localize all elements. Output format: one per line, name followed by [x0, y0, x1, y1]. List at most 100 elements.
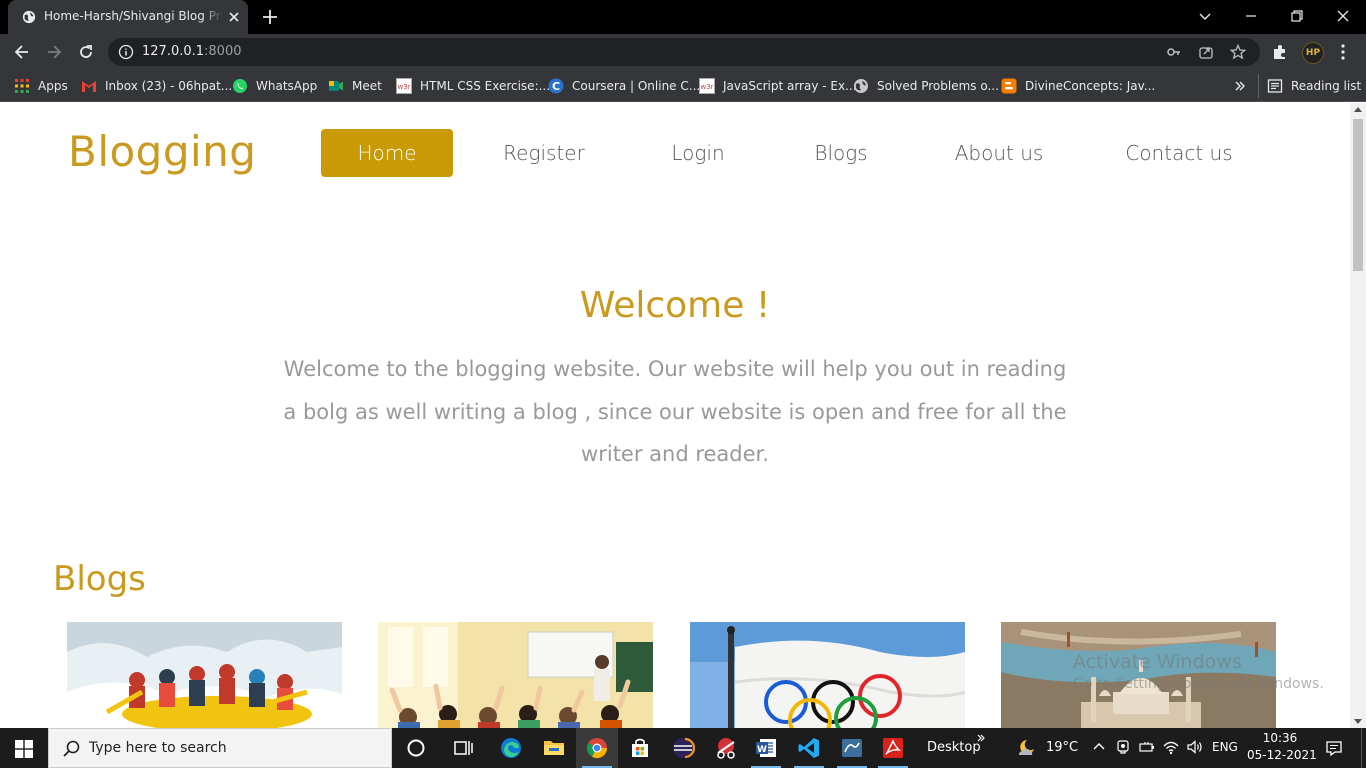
wifi-icon[interactable] [1162, 738, 1180, 756]
bookmark-meet[interactable]: Meet [328, 76, 382, 96]
nav-home[interactable]: Home [321, 129, 453, 177]
nav-login[interactable]: Login [648, 129, 748, 177]
scrollbar-thumb[interactable] [1353, 119, 1363, 271]
desktop-toolbar-chevron-icon[interactable] [976, 733, 986, 743]
url-port: :8000 [204, 44, 242, 59]
bookmark-javascript-array[interactable]: w3r JavaScript array - Ex... [699, 76, 857, 96]
w3r-icon: w3r [396, 78, 412, 94]
windows-logo-icon [15, 740, 33, 758]
acrobat-pdf-icon [883, 738, 903, 758]
nav-about-us[interactable]: About us [939, 129, 1059, 177]
nav-contact-us[interactable]: Contact us [1109, 129, 1249, 177]
task-view-button[interactable] [442, 728, 484, 768]
page-scrollbar[interactable] [1350, 103, 1366, 728]
extensions-puzzle-icon[interactable] [1270, 42, 1290, 62]
bookmark-divineconcepts[interactable]: DivineConcepts: Jav... [1001, 76, 1155, 96]
edge-app-button[interactable] [490, 728, 532, 768]
start-button[interactable] [0, 728, 48, 768]
bookmark-label: Inbox (23) - 06hpat... [105, 79, 233, 93]
scroll-down-arrow-icon[interactable] [1354, 719, 1362, 724]
eclipse-app-button[interactable] [662, 728, 704, 768]
mysql-workbench-app-button[interactable] [831, 728, 873, 768]
url-text: 127.0.0.1:8000 [142, 44, 242, 59]
back-arrow-icon[interactable] [12, 42, 32, 62]
cortana-button[interactable] [395, 728, 437, 768]
blog-card-rafting[interactable] [67, 622, 342, 728]
volume-icon[interactable] [1186, 738, 1204, 756]
tab-title: Home-Harsh/Shivangi Blog Project [44, 9, 222, 25]
activate-windows-hint: Go to Settings to activate Windows. [1073, 676, 1324, 692]
clock-date[interactable]: 05-12-2021 [1247, 748, 1317, 762]
url-host: 127.0.0.1 [142, 44, 205, 59]
reading-list-button[interactable]: Reading list [1267, 76, 1361, 96]
file-explorer-app-button[interactable] [533, 728, 575, 768]
svg-text:W: W [757, 745, 767, 755]
bookmark-html-css-exercise[interactable]: w3r HTML CSS Exercise:... [396, 76, 550, 96]
vscode-icon [798, 738, 819, 758]
reading-list-icon [1267, 79, 1283, 93]
site-info-icon[interactable] [118, 44, 134, 60]
show-desktop-button[interactable] [1361, 728, 1366, 768]
svg-text:C: C [552, 80, 560, 93]
nav-register[interactable]: Register [484, 129, 604, 177]
blog-card-olympic-flag[interactable] [690, 622, 965, 728]
address-bar[interactable]: 127.0.0.1:8000 [108, 38, 1260, 66]
clock-time[interactable]: 10:36 [1262, 731, 1298, 745]
notification-center-icon[interactable] [1325, 739, 1343, 757]
nav-blogs[interactable]: Blogs [796, 129, 886, 177]
bookmark-label: Meet [352, 79, 382, 93]
bookmark-apps[interactable]: Apps [14, 76, 68, 96]
close-tab-icon[interactable] [226, 9, 242, 25]
battery-plug-icon[interactable] [1138, 738, 1156, 756]
close-window-icon[interactable] [1333, 6, 1353, 26]
snipping-tool-app-button[interactable] [705, 728, 747, 768]
blogger-icon [1001, 78, 1017, 94]
bookmark-solved-problems[interactable]: Solved Problems o... [853, 76, 999, 96]
w3r-icon: w3r [699, 78, 715, 94]
more-bookmarks-chevron-icon[interactable] [1233, 79, 1247, 93]
olympic-flag-photo [690, 622, 965, 728]
minimize-icon[interactable] [1241, 6, 1261, 26]
weather-moon-cloud-icon[interactable] [1015, 737, 1037, 759]
blog-card-classroom[interactable] [378, 622, 653, 728]
eclipse-icon [673, 737, 695, 759]
language-indicator[interactable]: ENG [1212, 740, 1238, 754]
whatsapp-icon [233, 79, 247, 93]
acrobat-app-button[interactable] [872, 728, 914, 768]
bookmark-star-icon[interactable] [1230, 44, 1246, 60]
browser-tab-bar: Home-Harsh/Shivangi Blog Project [0, 0, 1366, 34]
scroll-up-arrow-icon[interactable] [1354, 107, 1362, 112]
kebab-menu-icon[interactable] [1333, 42, 1353, 62]
reload-icon[interactable] [76, 42, 96, 62]
chevron-down-icon[interactable] [1195, 6, 1215, 26]
taskbar-search-box[interactable]: Type here to search [48, 728, 392, 768]
chevron-up-icon[interactable] [1090, 738, 1108, 756]
task-view-icon [454, 741, 473, 755]
snipping-tool-icon [717, 738, 735, 759]
weather-temperature[interactable]: 19°C [1046, 740, 1078, 755]
word-app-button[interactable]: W [745, 728, 787, 768]
bookmark-coursera[interactable]: C Coursera | Online C... [548, 76, 700, 96]
share-icon[interactable] [1198, 44, 1214, 60]
key-icon[interactable] [1166, 44, 1182, 60]
profile-avatar[interactable]: HP [1302, 42, 1324, 64]
webcam-icon[interactable] [1114, 738, 1132, 756]
bookmark-gmail[interactable]: Inbox (23) - 06hpat... [81, 76, 232, 96]
bookmark-separator [1258, 74, 1259, 98]
bookmark-whatsapp[interactable]: WhatsApp [232, 76, 317, 96]
browser-toolbar: 127.0.0.1:8000 HP [0, 34, 1366, 70]
chrome-icon [587, 738, 608, 759]
new-tab-icon[interactable] [260, 7, 280, 27]
chrome-app-button[interactable] [576, 728, 618, 768]
bookmark-label: Apps [38, 79, 68, 93]
restore-icon[interactable] [1287, 6, 1307, 26]
store-app-button[interactable] [619, 728, 661, 768]
browser-tab[interactable]: Home-Harsh/Shivangi Blog Project [8, 0, 248, 34]
forward-arrow-icon[interactable] [44, 42, 64, 62]
desktop-toolbar-label[interactable]: Desktop [927, 740, 981, 755]
site-brand-logo[interactable]: Blogging [68, 127, 256, 176]
search-icon [63, 740, 80, 757]
rafting-photo [67, 622, 342, 728]
blog-card-taj-mahal[interactable] [1001, 622, 1276, 728]
vscode-app-button[interactable] [788, 728, 830, 768]
